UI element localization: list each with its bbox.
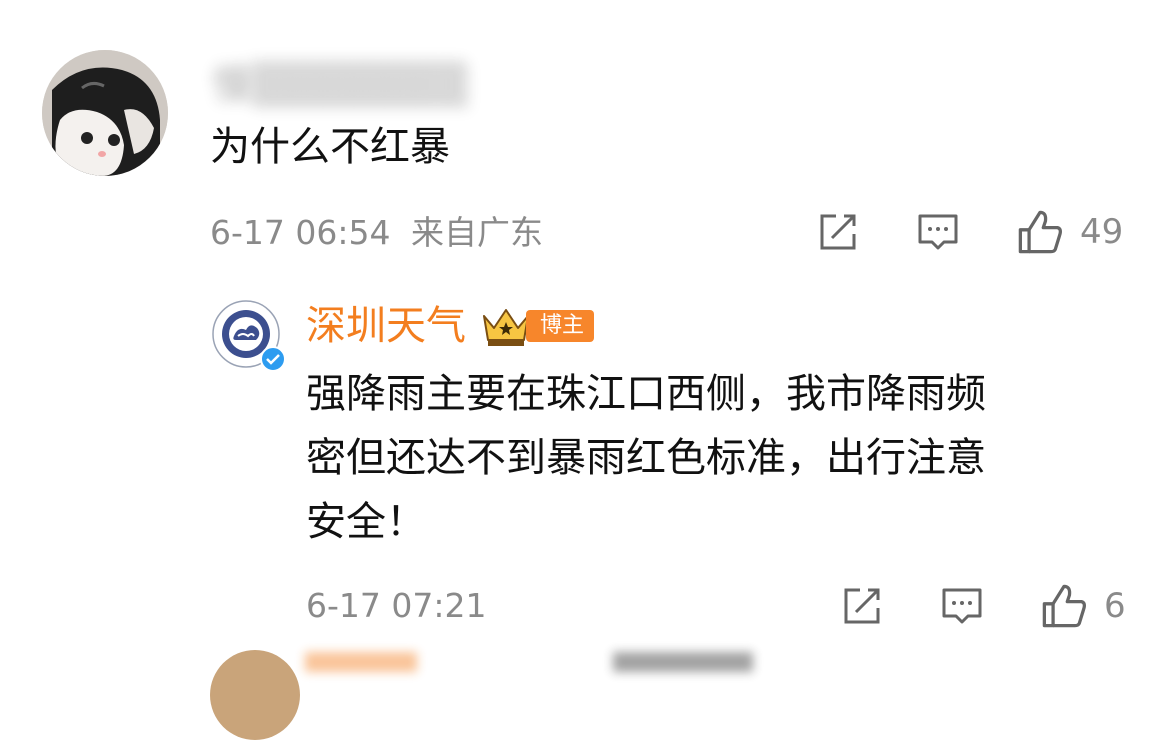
thumbs-up-icon <box>1042 584 1086 628</box>
next-reply-avatar[interactable] <box>210 650 300 740</box>
reply-username[interactable]: 深圳天气 <box>306 302 466 350</box>
comment-like-count: 49 <box>1080 212 1124 252</box>
reply-text-line: 强降雨主要在珠江口西侧，我市降雨频 <box>306 371 986 417</box>
reply-text: 强降雨主要在珠江口西侧，我市降雨频 密但还达不到暴雨红色标准，出行注意 安全！ <box>306 362 1126 554</box>
commenter-avatar[interactable] <box>42 50 168 176</box>
share-forward-icon <box>820 214 856 250</box>
crown-icon <box>483 309 529 346</box>
comment-forward-button[interactable] <box>816 210 860 258</box>
reply-text-line: 密但还达不到暴雨红色标准，出行注意 <box>306 435 986 481</box>
reply-timestamp: 6-17 07:21 <box>306 586 487 625</box>
reply-avatar[interactable] <box>210 300 286 376</box>
reply-comment-button[interactable] <box>940 584 984 632</box>
reply-text-line: 安全！ <box>306 499 426 545</box>
reply-forward-button[interactable] <box>840 584 884 632</box>
next-reply-header <box>305 652 865 672</box>
comment-location: 来自广东 <box>411 213 543 252</box>
cat-avatar-image <box>42 50 168 176</box>
comment-timestamp: 6-17 06:54 <box>210 213 391 252</box>
share-forward-icon <box>844 588 880 624</box>
comment-reply-button[interactable] <box>916 210 960 258</box>
reply-like-count: 6 <box>1104 586 1126 626</box>
verified-check-icon <box>260 346 286 372</box>
comment-text: 为什么不红暴 <box>210 124 450 170</box>
blogger-badge: 博主 <box>526 310 595 342</box>
comment-icon <box>918 214 958 250</box>
reply-like-button[interactable]: 6 <box>1040 582 1126 630</box>
comment-icon <box>942 588 982 624</box>
commenter-username[interactable]: 慢▒▒▒▒▒▒▒ <box>212 52 467 110</box>
comment-meta: 6-17 06:54 来自广东 <box>210 213 543 253</box>
thumbs-up-icon <box>1018 210 1062 254</box>
comment-like-button[interactable]: 49 <box>1016 208 1123 256</box>
reply-header: 深圳天气 博主 <box>306 302 595 350</box>
